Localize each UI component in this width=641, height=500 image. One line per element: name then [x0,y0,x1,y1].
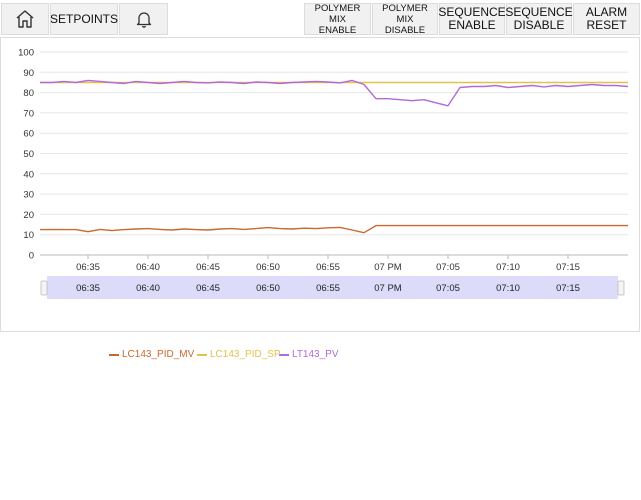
legend-label-sp: LC143_PID_SP [210,349,281,360]
navigator-tick-label: 07:10 [496,283,520,294]
navigator-ticks: 06:35 06:40 06:45 06:50 06:55 07 PM 07:05 07:10… [76,283,580,294]
x-tick-label: 07 PM [374,262,402,273]
x-tick-label: 06:40 [136,262,160,273]
navigator-tick-label: 06:55 [316,283,340,294]
legend-label-pv: LT143_PV [292,349,339,360]
y-tick-label: 80 [23,88,34,99]
range-navigator[interactable]: 06:35 06:40 06:45 06:50 06:55 07 PM 07:05 07:10… [40,276,625,299]
sequence-enable-button[interactable]: SEQUENCE ENABLE [438,3,506,35]
y-tick-label: 90 [23,68,34,79]
trend-chart-panel: 0 10 20 30 40 50 60 70 80 90 100 06:35 06:40 06:45 06… [0,37,640,360]
polymer-mix-enable-line2: ENABLE [318,24,357,36]
sequence-enable-line2: ENABLE [448,18,496,32]
navigator-tick-label: 06:45 [196,283,220,294]
polymer-mix-disable-line2: DISABLE [384,24,426,36]
y-tick-label: 0 [29,251,34,262]
x-tick-label: 06:35 [76,262,100,273]
trend-chart: 0102030405060708090100 06:35 06:40 06:45 06… [18,48,629,299]
legend-label-mv: LC143_PID_MV [122,349,195,360]
navigator-tick-label: 06:50 [256,283,280,294]
navigator-left-handle[interactable] [40,280,48,296]
legend-swatch-pv [279,353,289,356]
x-tick-label: 07:05 [436,262,460,273]
alarm-button[interactable] [119,3,168,35]
y-tick-label: 100 [18,48,34,59]
x-axis-ticks: 06:35 06:40 06:45 06:50 06:55 07 PM 07:05 07:10… [76,255,580,273]
x-tick-label: 06:45 [196,262,220,273]
legend-item-pv[interactable]: LT143_PV [279,349,339,360]
x-tick-label: 06:55 [316,262,340,273]
home-icon [15,9,35,29]
legend-item-sp[interactable]: LC143_PID_SP [197,349,281,360]
home-button[interactable] [1,3,49,35]
y-tick-label: 70 [23,108,34,119]
alarm-reset-line2: RESET [586,18,627,32]
x-tick-label: 07:15 [556,262,580,273]
y-tick-label: 10 [23,230,34,241]
x-tick-label: 07:10 [496,262,520,273]
bell-icon [134,9,154,29]
legend-swatch-sp [197,353,207,356]
alarm-reset-button[interactable]: ALARM RESET [573,3,640,35]
y-tick-label: 60 [23,129,34,140]
sequence-disable-line2: DISABLE [513,18,565,32]
sequence-disable-button[interactable]: SEQUENCE DISABLE [505,3,573,35]
navigator-tick-label: 07 PM [374,283,402,294]
legend-item-mv[interactable]: LC143_PID_MV [109,349,194,360]
series-line-lt143-pv [40,79,629,107]
y-tick-label: 30 [23,190,34,201]
navigator-tick-label: 06:35 [76,283,100,294]
y-tick-label: 50 [23,149,34,160]
setpoints-button[interactable]: SETPOINTS [50,3,118,35]
legend-swatch-mv [109,353,119,356]
polymer-mix-enable-line1: POLYMER MIX [314,2,361,25]
polymer-mix-disable-button[interactable]: POLYMER MIX DISABLE [372,2,438,36]
navigator-tick-label: 06:40 [136,283,160,294]
navigator-tick-label: 07:05 [436,283,460,294]
x-tick-label: 06:50 [256,262,280,273]
y-tick-label: 20 [23,210,34,221]
polymer-mix-enable-button[interactable]: POLYMER MIX ENABLE [304,2,371,36]
navigator-tick-label: 07:15 [556,283,580,294]
setpoints-label: SETPOINTS [50,12,119,26]
y-tick-label: 40 [23,169,34,180]
polymer-mix-disable-line1: POLYMER MIX [382,2,428,25]
navigator-right-handle[interactable] [617,280,625,296]
chart-series [40,79,629,234]
series-line-lc143-pid-mv [40,224,628,234]
y-axis-ticks: 0 10 20 30 40 50 60 70 80 90 100 [18,48,34,262]
